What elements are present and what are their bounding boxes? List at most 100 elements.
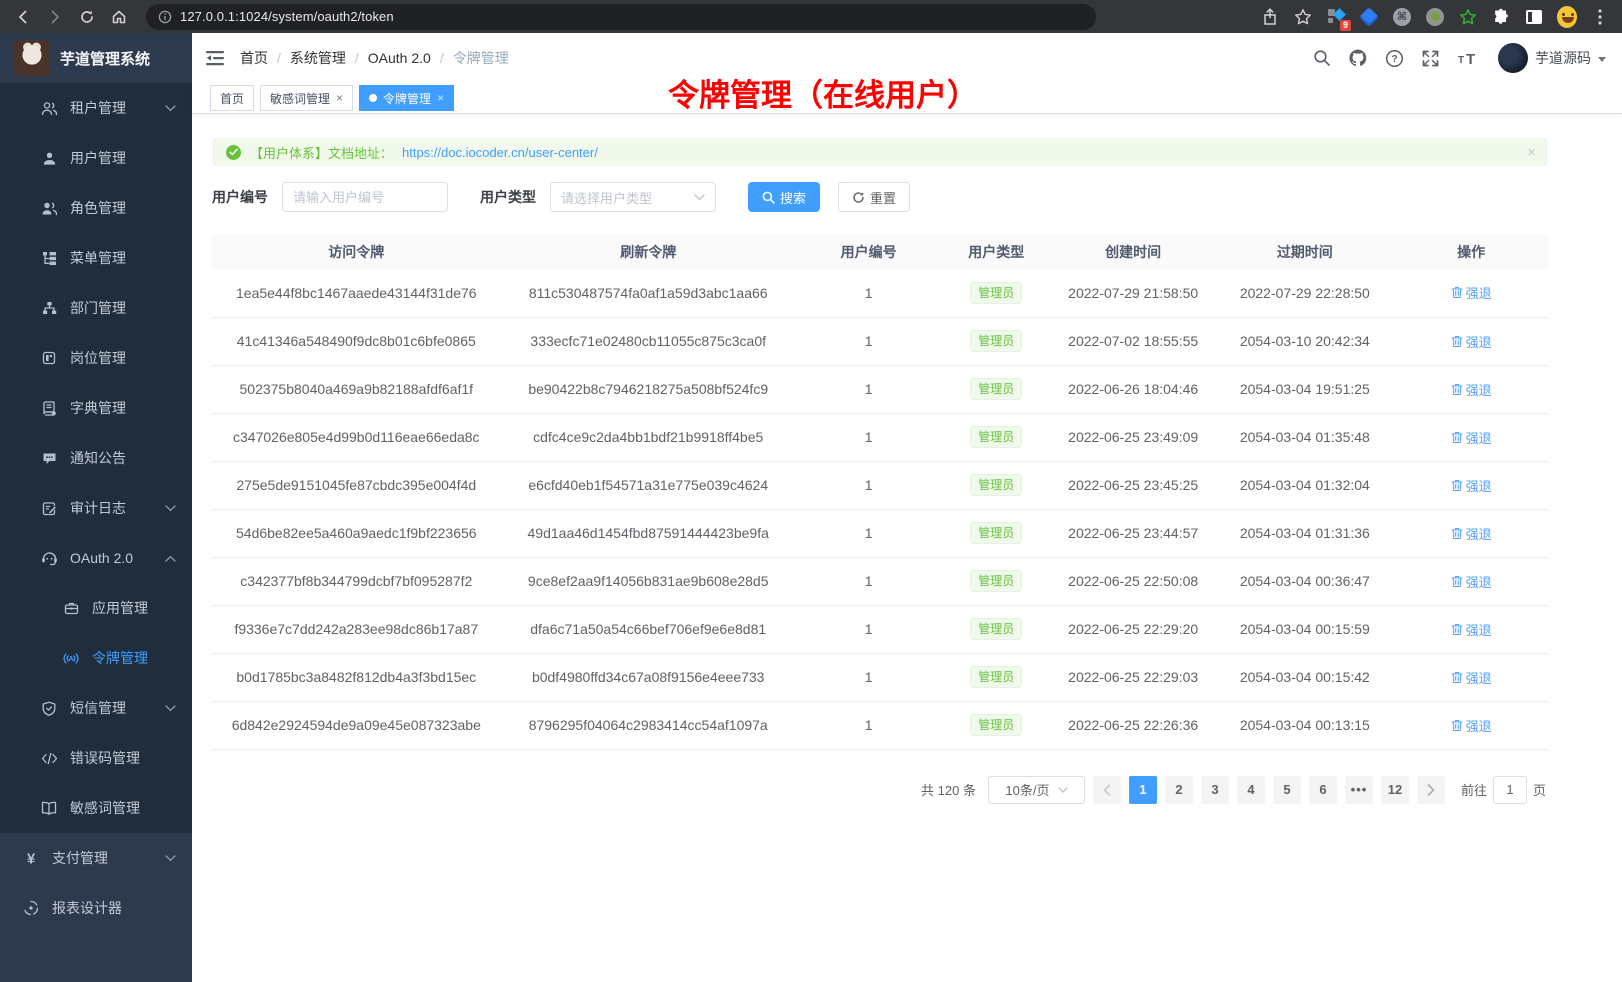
sidebar-item-敏感词管理[interactable]: 敏感词管理 [0, 783, 192, 833]
sidebar-item-租户管理[interactable]: 租户管理 [0, 83, 192, 133]
breadcrumb-item[interactable]: OAuth 2.0 [368, 50, 431, 66]
bookmark-star-icon[interactable] [1293, 7, 1313, 27]
sidebar-item-岗位管理[interactable]: 岗位管理 [0, 333, 192, 383]
sidebar-item-菜单管理[interactable]: 菜单管理 [0, 233, 192, 283]
ext-devtools-icon[interactable]: 9 [1326, 7, 1346, 27]
breadcrumb-separator: / [277, 50, 281, 66]
ext-gem-icon[interactable] [1359, 7, 1379, 27]
github-icon[interactable] [1348, 48, 1368, 68]
doc-alert: 【用户体系】文档地址： https://doc.iocoder.cn/user-… [212, 138, 1548, 166]
goto-page-input[interactable] [1493, 776, 1527, 804]
close-icon[interactable]: × [336, 92, 343, 104]
site-info-icon[interactable] [158, 10, 172, 24]
fullscreen-icon[interactable] [1421, 49, 1440, 68]
breadcrumb: 首页/系统管理/OAuth 2.0/令牌管理 [240, 48, 509, 68]
search-icon[interactable] [1313, 49, 1331, 67]
chevron-down-icon [1058, 787, 1068, 793]
sidebar-logo[interactable]: 芋道管理系统 [0, 33, 192, 83]
user-menu[interactable]: 芋道源码 [1498, 43, 1606, 73]
extensions-puzzle-icon[interactable] [1491, 7, 1511, 27]
sidebar-item-令牌管理[interactable]: A令牌管理 [0, 633, 192, 683]
sidebar-item-错误码管理[interactable]: 错误码管理 [0, 733, 192, 783]
tab-令牌管理[interactable]: 令牌管理× [359, 85, 454, 111]
chevron-down-icon [165, 505, 176, 512]
user-type-cell: 管理员 [941, 317, 1051, 365]
breadcrumb-item[interactable]: 首页 [240, 48, 268, 68]
more-pages-button[interactable]: ••• [1345, 776, 1373, 804]
tab-首页[interactable]: 首页 [210, 85, 254, 111]
page-button-5[interactable]: 5 [1273, 776, 1301, 804]
browser-home-icon[interactable] [106, 4, 132, 30]
page-button-3[interactable]: 3 [1201, 776, 1229, 804]
sidebar-item-报表设计器[interactable]: 报表设计器 [0, 883, 192, 933]
collapse-sidebar-icon[interactable] [206, 50, 224, 66]
force-logout-button[interactable]: 强退 [1451, 620, 1492, 639]
page-button-6[interactable]: 6 [1309, 776, 1337, 804]
side-panel-icon[interactable] [1524, 7, 1544, 27]
system-submenu-group: 租户管理用户管理角色管理菜单管理部门管理岗位管理字典管理通知公告审计日志OAut… [0, 83, 192, 833]
sidebar-item-用户管理[interactable]: 用户管理 [0, 133, 192, 183]
browser-profile-avatar[interactable] [1557, 7, 1577, 27]
search-button[interactable]: 搜索 [748, 182, 820, 212]
reset-button[interactable]: 重置 [838, 182, 910, 212]
force-logout-button[interactable]: 强退 [1451, 524, 1492, 543]
page-size-select[interactable]: 10条/页 [988, 776, 1085, 804]
user-type-badge: 管理员 [970, 426, 1022, 448]
cell: 1 [796, 269, 942, 317]
force-logout-button[interactable]: 强退 [1451, 668, 1492, 687]
browser-forward-icon[interactable] [42, 4, 68, 30]
page-button-12[interactable]: 12 [1381, 776, 1409, 804]
address-bar[interactable]: 127.0.0.1:1024/system/oauth2/token [146, 4, 1096, 30]
alert-close-icon[interactable]: × [1527, 144, 1536, 161]
table-row: 6d842e2924594de9a09e45e087323abe8796295f… [212, 701, 1548, 749]
page-button-1[interactable]: 1 [1129, 776, 1157, 804]
share-icon[interactable] [1260, 7, 1280, 27]
user-type-select[interactable]: 请选择用户类型 [550, 182, 716, 212]
force-logout-button[interactable]: 强退 [1451, 332, 1492, 351]
sidebar-item-支付管理[interactable]: ¥支付管理 [0, 833, 192, 883]
force-logout-button[interactable]: 强退 [1451, 476, 1492, 495]
page-button-4[interactable]: 4 [1237, 776, 1265, 804]
user-id-input[interactable] [293, 190, 437, 205]
sidebar-item-OAuth 2.0[interactable]: OAuth 2.0 [0, 533, 192, 583]
goto-label: 前往 [1461, 780, 1487, 799]
force-logout-button[interactable]: 强退 [1451, 380, 1492, 399]
sidebar-item-应用管理[interactable]: 应用管理 [0, 583, 192, 633]
navbar-actions: ? TT 芋道源码 [1313, 43, 1606, 73]
total-count: 共 120 条 [921, 780, 976, 799]
page-button-2[interactable]: 2 [1165, 776, 1193, 804]
browser-reload-icon[interactable] [74, 4, 100, 30]
sidebar-item-审计日志[interactable]: 审计日志 [0, 483, 192, 533]
user-id-field[interactable] [282, 182, 448, 212]
doc-link[interactable]: https://doc.iocoder.cn/user-center/ [402, 145, 598, 160]
browser-menu-dots-icon[interactable] [1590, 7, 1610, 27]
chevron-down-icon [165, 705, 176, 712]
user-type-badge: 管理员 [970, 378, 1022, 400]
browser-back-icon[interactable] [10, 4, 36, 30]
cell: 2022-06-25 22:26:36 [1051, 701, 1215, 749]
sidebar-item-部门管理[interactable]: 部门管理 [0, 283, 192, 333]
sidebar-item-通知公告[interactable]: 通知公告 [0, 433, 192, 483]
ext-green-star-icon[interactable] [1458, 7, 1478, 27]
force-logout-button[interactable]: 强退 [1451, 572, 1492, 591]
sidebar-item-角色管理[interactable]: 角色管理 [0, 183, 192, 233]
breadcrumb-item[interactable]: 系统管理 [290, 48, 346, 68]
main-area: 首页/系统管理/OAuth 2.0/令牌管理 ? TT [192, 33, 1622, 982]
ext-record-icon[interactable] [1425, 7, 1445, 27]
sidebar-item-短信管理[interactable]: 短信管理 [0, 683, 192, 733]
prev-page-button[interactable] [1093, 776, 1121, 804]
close-icon[interactable]: × [437, 92, 444, 104]
force-logout-button[interactable]: 强退 [1451, 716, 1492, 735]
tab-敏感词管理[interactable]: 敏感词管理× [260, 85, 353, 111]
help-icon[interactable]: ? [1385, 49, 1404, 68]
force-logout-button[interactable]: 强退 [1451, 428, 1492, 447]
next-page-button[interactable] [1417, 776, 1445, 804]
force-logout-button[interactable]: 强退 [1451, 283, 1492, 302]
font-size-icon[interactable]: TT [1457, 49, 1481, 67]
sidebar-item-label: 应用管理 [92, 598, 148, 618]
goto-page: 前往 页 [1461, 776, 1546, 804]
column-header: 用户编号 [796, 234, 942, 269]
trash-icon [1451, 719, 1463, 732]
sidebar-item-字典管理[interactable]: 字典管理 [0, 383, 192, 433]
ext-command-icon[interactable]: ⌘ [1392, 7, 1412, 27]
